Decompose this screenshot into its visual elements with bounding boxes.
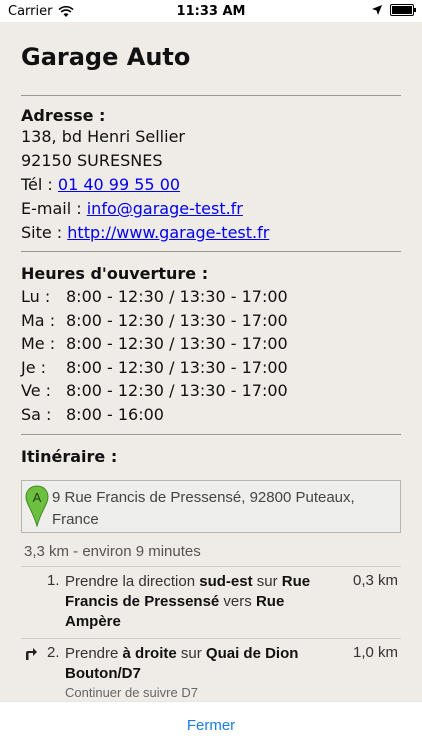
map-pin-letter: A (33, 490, 42, 505)
step-instruction: Prendre la direction sud-est sur Rue Fra… (65, 567, 320, 638)
bottom-toolbar: Fermer (0, 701, 422, 750)
hours-day: Lu : (21, 287, 51, 306)
email-line: E-mail : info@garage-test.fr (21, 197, 401, 221)
hours-day: Ve : (21, 381, 52, 400)
itinerary-heading: Itinéraire : (21, 447, 118, 466)
itinerary-section: Itinéraire : A 9 Rue Francis de Pressens… (21, 447, 401, 722)
status-bar-right (372, 4, 416, 16)
hours-row: Lu : 8:00 - 12:30 / 13:30 - 17:00 (21, 285, 401, 309)
email-label: E-mail : (21, 199, 87, 218)
status-time: 11:33 AM (176, 4, 246, 19)
hours-time: 8:00 - 12:30 / 13:30 - 17:00 (66, 287, 288, 306)
step-instruction-text: Prendre (65, 645, 123, 662)
divider (21, 251, 401, 252)
hours-time: 8:00 - 12:30 / 13:30 - 17:00 (66, 334, 288, 353)
step-distance: 1,0 km (352, 644, 398, 661)
hours-day: Ma : (21, 310, 56, 330)
hours-row: Ma : 8:00 - 12:30 / 13:30 - 17:00 (21, 309, 401, 333)
hours-time: 8:00 - 16:00 (66, 404, 164, 424)
step-instruction-text: sur (176, 645, 206, 662)
page-title: Garage Auto (21, 43, 191, 71)
site-link[interactable]: http://www.garage-test.fr (67, 223, 269, 242)
address-street: 138, bd Henri Sellier (21, 127, 185, 146)
route-steps: 1. Prendre la direction sud-est sur Rue F… (21, 566, 401, 722)
address-section: Adresse : 138, bd Henri Sellier 92150 SU… (21, 106, 401, 245)
route-summary: 3,3 km - environ 9 minutes (24, 543, 201, 560)
hours-day: Me : (21, 334, 56, 353)
step-instruction-text: Prendre la direction (65, 573, 200, 590)
close-button[interactable]: Fermer (0, 717, 422, 734)
hours-time: 8:00 - 12:30 / 13:30 - 17:00 (66, 381, 288, 400)
hours-day: Je : (21, 357, 47, 377)
step-instruction-text: vers (219, 593, 256, 610)
hours-row: Je : 8:00 - 12:30 / 13:30 - 17:00 (21, 356, 401, 380)
hours-time: 8:00 - 12:30 / 13:30 - 17:00 (66, 357, 288, 377)
destination-address: 9 Rue Francis de Pressensé, 92800 Puteau… (52, 489, 355, 528)
destination-box[interactable]: A 9 Rue Francis de Pressensé, 92800 Pute… (21, 480, 401, 533)
phone-line: Tél : 01 40 99 55 00 (21, 173, 401, 197)
step-instruction-text: sur (252, 573, 282, 590)
hours-row: Me : 8:00 - 12:30 / 13:30 - 17:00 (21, 332, 401, 356)
site-label: Site : (21, 223, 68, 242)
turn-right-icon (26, 648, 37, 660)
divider (21, 434, 401, 435)
step-instruction: Prendre à droite sur Quai de Dion Bouton… (65, 639, 320, 707)
phone-label: Tél : (21, 175, 58, 194)
step-distance: 0,3 km (352, 572, 398, 589)
hours-day: Sa : (21, 404, 52, 424)
route-step[interactable]: 2. Prendre à droite sur Quai de Dion Bout… (21, 639, 401, 708)
garage-detail: Garage Auto Adresse : 138, bd Henri Sell… (21, 22, 401, 722)
map-pin-icon: A (25, 485, 49, 527)
step-instruction-emphasis: à droite (122, 645, 177, 662)
address-city: 92150 SURESNES (21, 151, 163, 170)
hours-time: 8:00 - 12:30 / 13:30 - 17:00 (66, 310, 288, 330)
site-line: Site : http://www.garage-test.fr (21, 221, 401, 245)
phone-link[interactable]: 01 40 99 55 00 (58, 175, 180, 194)
email-link[interactable]: info@garage-test.fr (87, 199, 243, 218)
step-instruction-emphasis: sud-est (199, 573, 253, 590)
status-bar: Carrier 11:33 AM (0, 0, 422, 22)
battery-icon (390, 4, 416, 16)
hours-row: Ve : 8:00 - 12:30 / 13:30 - 17:00 (21, 379, 401, 403)
hours-row: Sa : 8:00 - 16:00 (21, 403, 401, 427)
step-note: Continuer de suivre D7 (65, 685, 198, 700)
hours-section: Heures d'ouverture : Lu : 8:00 - 12:30 / … (21, 264, 401, 426)
route-step[interactable]: 1. Prendre la direction sud-est sur Rue F… (21, 567, 401, 639)
hours-list: Lu : 8:00 - 12:30 / 13:30 - 17:00 Ma : 8:00… (21, 285, 401, 426)
location-arrow-icon (372, 5, 382, 15)
hours-heading: Heures d'ouverture : (21, 264, 209, 283)
step-number: 1. (47, 572, 60, 589)
divider (21, 95, 401, 96)
step-number: 2. (47, 644, 60, 661)
address-heading: Adresse : (21, 106, 106, 125)
